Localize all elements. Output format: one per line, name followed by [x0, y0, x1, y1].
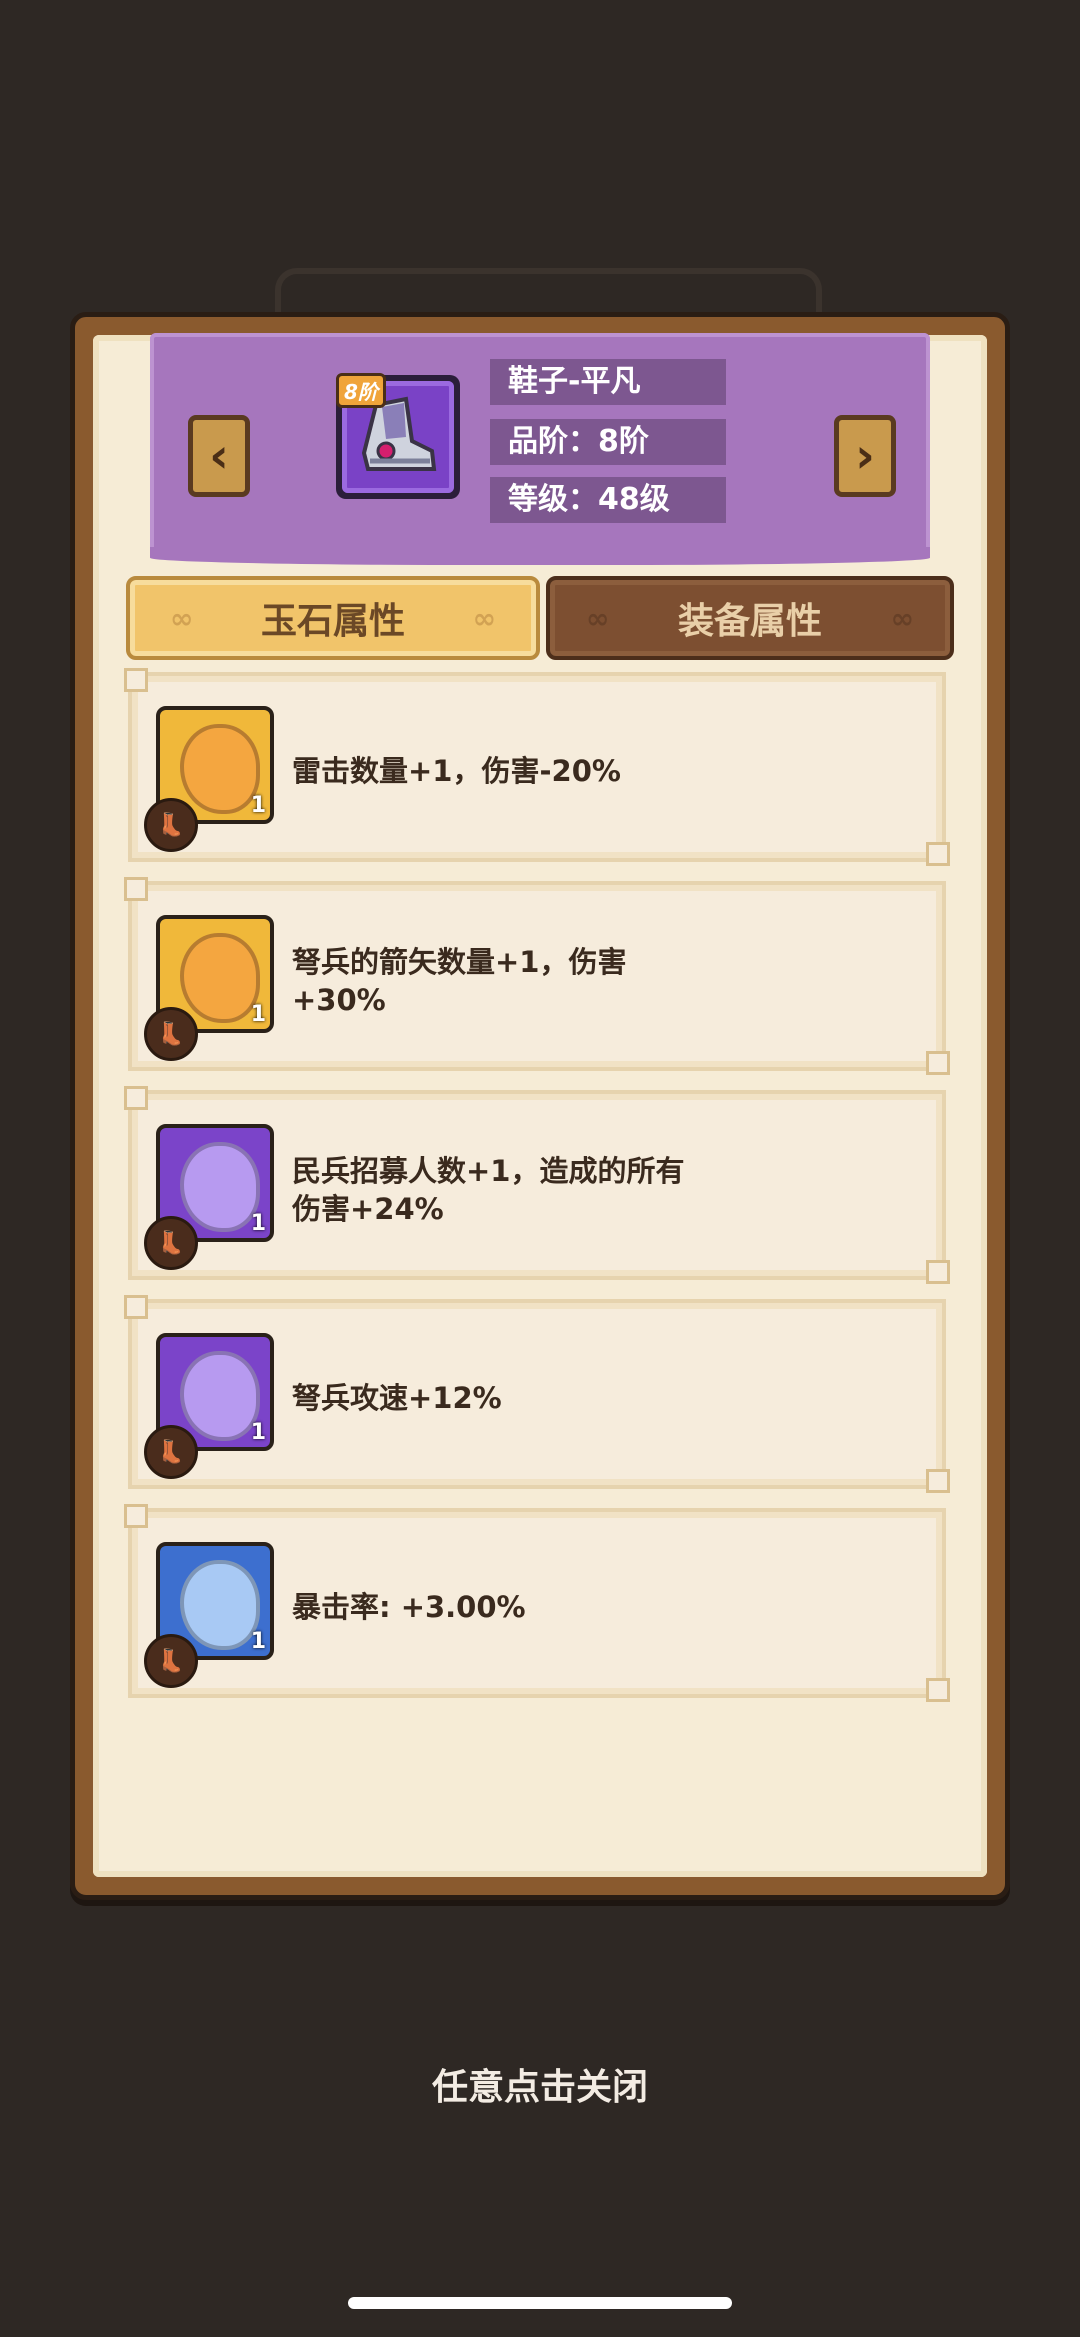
item-name: 鞋子-平凡 [490, 359, 726, 405]
gem-icon[interactable]: 1 👢 [144, 706, 274, 852]
boot-icon: 👢 [144, 1634, 198, 1688]
gem-attribute-card: 1 👢 雷击数量+1，伤害-20% [124, 668, 950, 866]
home-indicator[interactable] [348, 2297, 732, 2309]
gem-icon[interactable]: 1 👢 [144, 915, 274, 1061]
close-hint[interactable]: 任意点击关闭 [0, 2058, 1080, 2110]
next-item-button[interactable]: › [834, 415, 896, 497]
gem-icon[interactable]: 1 👢 [144, 1542, 274, 1688]
gem-level: 1 [250, 1629, 266, 1654]
gem-shape [180, 933, 260, 1023]
gem-icon[interactable]: 1 👢 [144, 1333, 274, 1479]
gem-level: 1 [250, 793, 266, 818]
gem-shape [180, 1142, 260, 1232]
gem-attribute-card: 1 👢 民兵招募人数+1，造成的所有伤害+24% [124, 1086, 950, 1284]
boot-icon: 👢 [144, 1216, 198, 1270]
gem-description: 弩兵的箭矢数量+1，伤害+30% [292, 945, 627, 1017]
item-tier-badge: 8阶 [336, 373, 386, 408]
gem-attribute-card: 1 👢 弩兵的箭矢数量+1，伤害+30% [124, 877, 950, 1075]
boot-icon: 👢 [144, 1425, 198, 1479]
tab-jade-attributes[interactable]: ∞ 玉石属性 ∞ [126, 576, 540, 660]
gem-description: 暴击率: +3.00% [292, 1590, 526, 1624]
gem-level: 1 [250, 1420, 266, 1445]
gem-description: 弩兵攻速+12% [292, 1381, 502, 1415]
chevron-left-icon: ‹ [209, 428, 229, 484]
swirl-icon: ∞ [586, 601, 610, 635]
gem-description: 民兵招募人数+1，造成的所有伤害+24% [292, 1154, 685, 1226]
gem-shape [180, 724, 260, 814]
chevron-right-icon: › [855, 428, 875, 484]
gem-shape [180, 1560, 260, 1650]
item-icon-frame: 8阶 [336, 373, 460, 499]
gem-description: 雷击数量+1，伤害-20% [292, 754, 621, 788]
boot-icon: 👢 [144, 1007, 198, 1061]
gem-level: 1 [250, 1002, 266, 1027]
tab-equipment-attributes[interactable]: ∞ 装备属性 ∞ [546, 576, 954, 660]
item-grade: 品阶：8阶 [490, 419, 726, 465]
swirl-icon: ∞ [890, 601, 914, 635]
gem-attribute-card: 1 👢 暴击率: +3.00% [124, 1504, 950, 1702]
gem-attribute-card: 1 👢 弩兵攻速+12% [124, 1295, 950, 1493]
item-level: 等级：48级 [490, 477, 726, 523]
boot-icon: 👢 [144, 798, 198, 852]
swirl-icon: ∞ [472, 601, 496, 635]
swirl-icon: ∞ [170, 601, 194, 635]
gem-icon[interactable]: 1 👢 [144, 1124, 274, 1270]
gem-shape [180, 1351, 260, 1441]
gem-level: 1 [250, 1211, 266, 1236]
prev-item-button[interactable]: ‹ [188, 415, 250, 497]
